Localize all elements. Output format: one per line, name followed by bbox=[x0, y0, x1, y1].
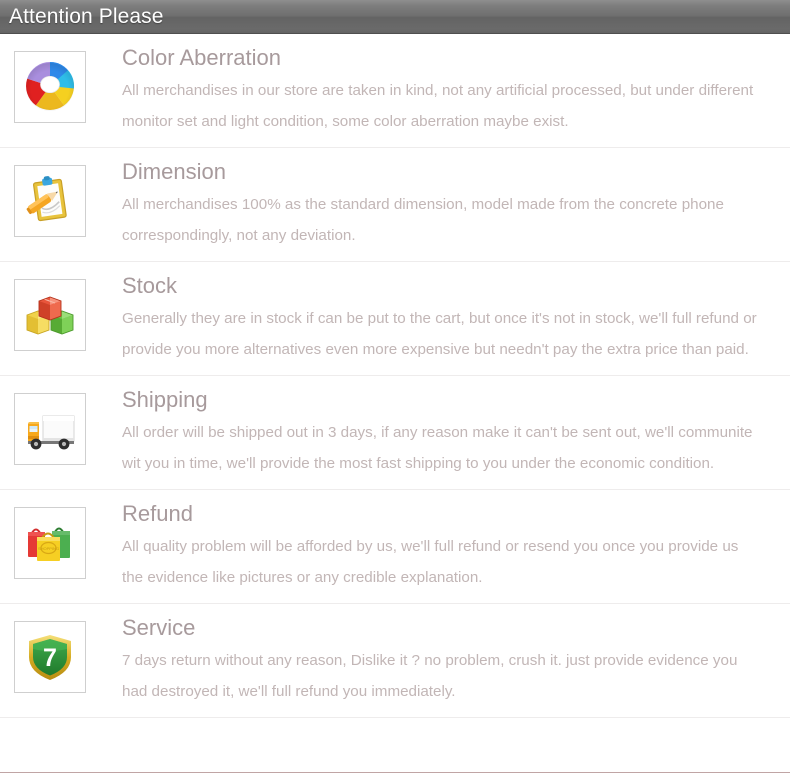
section-body: All merchandises 100% as the standard di… bbox=[122, 189, 790, 251]
section-text-cell: Shipping All order will be shipped out i… bbox=[100, 387, 790, 479]
section-body: Generally they are in stock if can be pu… bbox=[122, 303, 790, 365]
delivery-truck-icon bbox=[14, 393, 86, 465]
svg-text:7: 7 bbox=[43, 644, 57, 672]
section-row-dimension: Dimension All merchandises 100% as the s… bbox=[0, 148, 790, 261]
section-row-service: 7 Service 7 days return without any reas… bbox=[0, 604, 790, 717]
attention-please-page: Attention Please Color Aberration All me… bbox=[0, 0, 790, 773]
section-row-color-aberration: Color Aberration All merchandises in our… bbox=[0, 34, 790, 147]
shield-seven-icon: 7 bbox=[14, 621, 86, 693]
section-body: All order will be shipped out in 3 days,… bbox=[122, 417, 790, 479]
section-title: Refund bbox=[122, 501, 193, 526]
section-body-line: All merchandises 100% as the standard di… bbox=[122, 196, 724, 213]
section-text-cell: Stock Generally they are in stock if can… bbox=[100, 273, 790, 365]
section-title: Stock bbox=[122, 273, 178, 298]
section-body-line: 7 days return without any reason, Dislik… bbox=[122, 652, 738, 669]
section-row-shipping: Shipping All order will be shipped out i… bbox=[0, 376, 790, 489]
section-body-line: monitor set and light condition, some co… bbox=[122, 113, 569, 130]
section-icon-cell bbox=[0, 273, 100, 351]
section-body-line: wit you in time, we'll provide the most … bbox=[122, 455, 715, 472]
section-body-line: provide you more alternatives even more … bbox=[122, 341, 749, 358]
clipboard-pencil-icon bbox=[14, 165, 86, 237]
section-row-stock: Stock Generally they are in stock if can… bbox=[0, 262, 790, 375]
page-title: Attention Please bbox=[9, 5, 164, 28]
section-title: Service bbox=[122, 615, 196, 640]
section-text-cell: Refund All quality problem will be affor… bbox=[100, 501, 790, 593]
section-icon-cell: SHOPPING bbox=[0, 501, 100, 579]
section-title: Shipping bbox=[122, 387, 208, 412]
section-body-line: the evidence like pictures or any credib… bbox=[122, 569, 483, 586]
section-body: All quality problem will be afforded by … bbox=[122, 531, 790, 593]
section-icon-cell bbox=[0, 45, 100, 123]
section-body-line: had destroyed it, we'll full refund you … bbox=[122, 683, 456, 700]
section-body-line: All order will be shipped out in 3 days,… bbox=[122, 424, 753, 441]
section-icon-cell: 7 bbox=[0, 615, 100, 693]
shopping-bags-icon: SHOPPING bbox=[14, 507, 86, 579]
svg-text:SHOPPING: SHOPPING bbox=[38, 546, 59, 551]
section-text-cell: Color Aberration All merchandises in our… bbox=[100, 45, 790, 137]
section-body-line: All quality problem will be afforded by … bbox=[122, 538, 739, 555]
boxes-icon bbox=[14, 279, 86, 351]
section-icon-cell bbox=[0, 387, 100, 465]
section-title: Dimension bbox=[122, 159, 226, 184]
sections-list: Color Aberration All merchandises in our… bbox=[0, 34, 790, 718]
section-body-line: All merchandises in our store are taken … bbox=[122, 82, 754, 99]
section-body: All merchandises in our store are taken … bbox=[122, 75, 790, 137]
section-title: Color Aberration bbox=[122, 45, 281, 70]
color-wheel-icon bbox=[14, 51, 86, 123]
section-icon-cell bbox=[0, 159, 100, 237]
section-body-line: correspondingly, not any deviation. bbox=[122, 227, 356, 244]
row-divider bbox=[0, 717, 790, 718]
section-body: 7 days return without any reason, Dislik… bbox=[122, 645, 790, 707]
section-text-cell: Service 7 days return without any reason… bbox=[100, 615, 790, 707]
section-body-line: Generally they are in stock if can be pu… bbox=[122, 310, 757, 327]
page-header: Attention Please bbox=[0, 0, 790, 34]
section-text-cell: Dimension All merchandises 100% as the s… bbox=[100, 159, 790, 251]
section-row-refund: SHOPPING Refund All quality problem will… bbox=[0, 490, 790, 603]
